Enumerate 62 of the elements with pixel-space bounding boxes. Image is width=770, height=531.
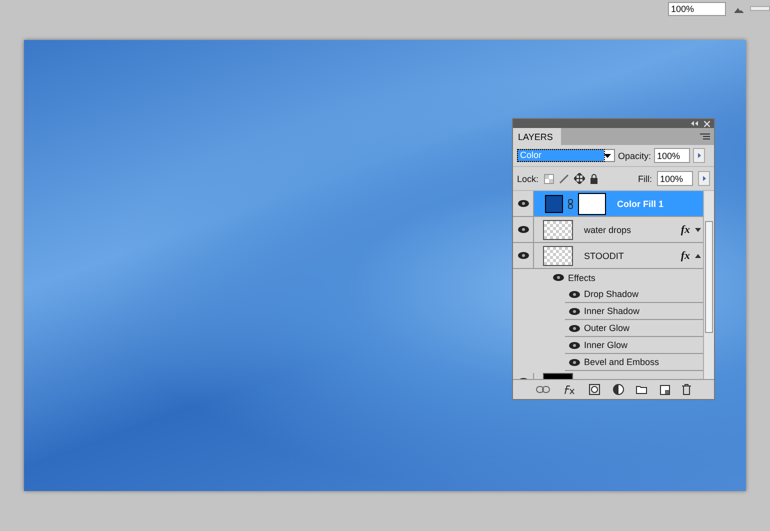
scrollbar[interactable]: [703, 191, 714, 379]
eye-icon[interactable]: [518, 200, 528, 207]
fx-icon[interactable]: [562, 384, 576, 394]
effect-row[interactable]: Inner Glow: [565, 337, 703, 354]
checkerboard-thumbnail: [543, 246, 573, 266]
new-layer-icon[interactable]: [660, 384, 670, 394]
eye-icon[interactable]: [569, 290, 580, 298]
lock-label: Lock:: [517, 174, 539, 184]
eye-icon[interactable]: [569, 342, 580, 348]
eye-icon[interactable]: [569, 308, 580, 314]
triangle-icon: [702, 176, 706, 181]
panel-menu-icon[interactable]: [700, 133, 710, 140]
brush-icon[interactable]: [558, 174, 569, 184]
collapse-icon[interactable]: [691, 121, 699, 126]
lock-transparency-icon[interactable]: [544, 174, 554, 184]
lock-icon[interactable]: [590, 174, 598, 184]
layer-row[interactable]: water drops fx: [513, 217, 703, 243]
adjustment-icon[interactable]: [612, 384, 624, 395]
eye-icon[interactable]: [518, 252, 528, 259]
eye-icon[interactable]: [569, 324, 580, 332]
layer-name: Color Fill 1: [617, 198, 665, 208]
link-icon: [568, 198, 573, 208]
effects-label: Effects: [568, 272, 596, 282]
eye-icon[interactable]: [518, 226, 528, 233]
effect-row[interactable]: Outer Glow: [565, 320, 703, 337]
effect-row[interactable]: Drop Shadow: [565, 286, 703, 303]
expand-triangle-icon[interactable]: [695, 228, 701, 232]
effect-name: Bevel and Emboss: [584, 357, 660, 367]
fill-arrow-button[interactable]: [698, 171, 710, 186]
fx-label: fx: [680, 224, 690, 236]
layer-row[interactable]: STOODIT fx: [513, 243, 703, 269]
opacity-label: Opacity:: [618, 150, 652, 160]
link-icon[interactable]: [536, 386, 550, 393]
mountain-icon: [734, 7, 744, 13]
effect-name: Drop Shadow: [584, 289, 639, 299]
trash-icon[interactable]: [682, 384, 692, 395]
collapse-triangle-icon[interactable]: [695, 254, 701, 258]
fill-field[interactable]: 100%: [657, 171, 693, 186]
bar-icon: [750, 6, 770, 11]
color-swatch-thumbnail: [545, 194, 563, 212]
eye-icon[interactable]: [553, 274, 564, 281]
folder-icon[interactable]: [636, 385, 648, 394]
move-icon[interactable]: [574, 173, 585, 184]
caret-icon: [604, 154, 611, 158]
checkerboard-thumbnail: [543, 220, 573, 240]
layer-name: water drops: [584, 224, 632, 234]
opacity-field[interactable]: 100%: [654, 148, 690, 163]
mask-icon[interactable]: [588, 384, 600, 395]
zoom-field[interactable]: 100%: [668, 2, 726, 16]
opacity-arrow-button[interactable]: [693, 148, 706, 163]
effect-name: Inner Shadow: [584, 306, 640, 316]
layer-name: STOODIT: [584, 250, 625, 260]
fx-label: fx: [680, 250, 690, 262]
eye-icon[interactable]: [569, 358, 580, 366]
mask-thumbnail: [578, 192, 606, 214]
layers-tab[interactable]: LAYERS: [513, 128, 561, 145]
fill-label: Fill:: [638, 174, 652, 184]
effect-name: Inner Glow: [584, 340, 628, 350]
triangle-icon: [698, 153, 701, 158]
effect-row[interactable]: Inner Shadow: [565, 303, 703, 320]
effect-name: Outer Glow: [584, 323, 630, 333]
close-icon[interactable]: [704, 120, 710, 126]
